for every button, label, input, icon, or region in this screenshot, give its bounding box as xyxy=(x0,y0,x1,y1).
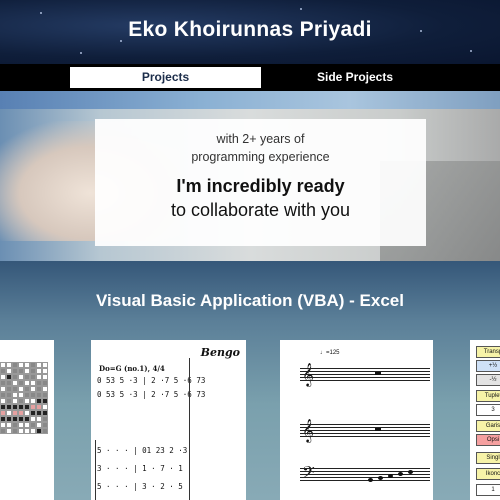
hero-headline: I'm incredibly ready xyxy=(176,176,345,196)
star-decoration xyxy=(300,8,302,10)
tab-projects[interactable]: Projects xyxy=(70,67,261,88)
hero-line-programming: programming experience xyxy=(191,150,330,164)
score-key: Do=G (no.1), 4/4 xyxy=(99,364,165,373)
tool-label: Singl xyxy=(476,452,500,464)
hero-banner: with 2+ years of programming experience … xyxy=(0,91,500,261)
hero-subheadline: to collaborate with you xyxy=(170,200,351,220)
note-symbol xyxy=(378,476,383,480)
tool-label: +½ xyxy=(476,360,500,372)
score-row: 3 · · · | 1 · 7 · 1 xyxy=(97,464,183,473)
bar-line xyxy=(95,440,96,500)
staff xyxy=(300,424,430,437)
project-thumbnail-transpose-tool[interactable]: Transp +½ -½ Tuplet 3 Garis Opsi Singl I… xyxy=(470,340,500,500)
star-decoration xyxy=(470,50,472,52)
tab-side-projects[interactable]: Side Projects xyxy=(260,67,450,88)
hero-line-experience: with 2+ years of xyxy=(216,132,305,146)
tool-label: Ikonc xyxy=(476,468,500,480)
rest-symbol xyxy=(375,428,381,431)
bar-line xyxy=(189,358,190,500)
note-symbol xyxy=(398,472,403,476)
tool-label: 3 xyxy=(476,404,500,416)
score-row: 5 · · · | 01 23 2 ·3 xyxy=(97,446,188,455)
tool-label: Opsi xyxy=(476,434,500,446)
note-symbol xyxy=(408,470,413,474)
project-thumbnail-grid[interactable] xyxy=(0,340,54,500)
tool-label: -½ xyxy=(476,374,500,386)
staff xyxy=(300,368,430,381)
hero-card: with 2+ years of programming experience … xyxy=(95,119,426,246)
project-thumbnail-numbered-notation[interactable]: Bengo Do=G (no.1), 4/4 0 53 5 ·3 | 2 ·7 … xyxy=(91,340,246,500)
projects-section: Visual Basic Application (VBA) - Excel B… xyxy=(0,261,500,500)
star-decoration xyxy=(80,52,82,54)
note-symbol xyxy=(368,478,373,482)
site-title: Eko Khoirunnas Priyadi xyxy=(128,18,372,41)
project-thumbnail-staff-notation[interactable]: ♩=125 𝄞 𝄞 𝄢 xyxy=(280,340,433,500)
score-row: 5 · · · | 3 · 2 · 5 xyxy=(97,482,183,491)
section-title: Visual Basic Application (VBA) - Excel xyxy=(96,291,404,310)
tool-label: 1 xyxy=(476,484,500,496)
tool-label: Garis xyxy=(476,420,500,432)
hero-top-strip xyxy=(0,91,500,109)
tool-label: Tuplet xyxy=(476,390,500,402)
grid-image xyxy=(0,362,48,434)
grid-cell xyxy=(42,428,48,434)
tempo-mark: ♩=125 xyxy=(320,350,340,356)
score-heading: Bengo xyxy=(200,346,240,359)
tool-label: Transp xyxy=(476,346,500,358)
site-header: Eko Khoirunnas Priyadi xyxy=(0,0,500,64)
rest-symbol xyxy=(375,372,381,375)
main-nav: Projects Side Projects xyxy=(0,64,500,91)
note-symbol xyxy=(388,474,393,478)
star-decoration xyxy=(40,12,42,14)
